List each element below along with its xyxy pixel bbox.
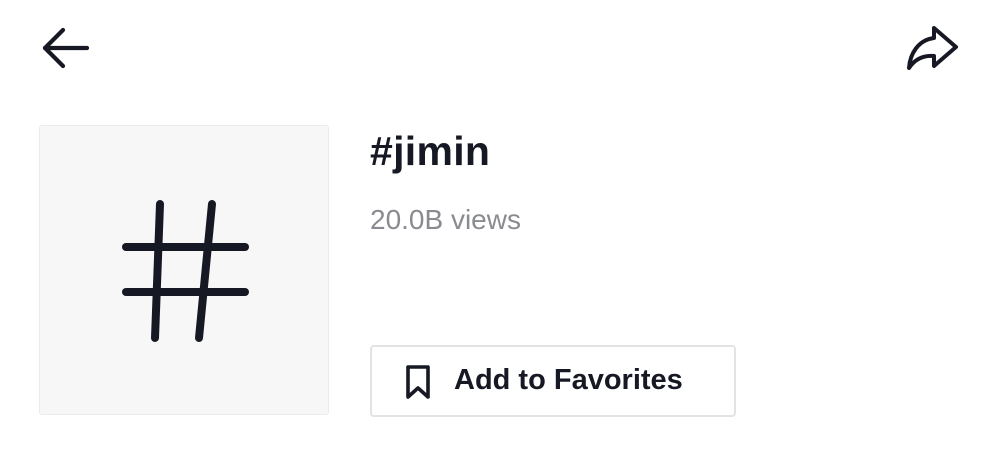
hashtag-title: #jimin	[370, 128, 491, 174]
add-to-favorites-button[interactable]: Add to Favorites	[370, 345, 736, 417]
top-bar	[0, 0, 1000, 100]
view-count: 20.0B views	[370, 204, 521, 235]
share-arrow-icon	[907, 26, 958, 70]
hashtag-icon	[122, 200, 249, 342]
share-button[interactable]	[900, 20, 964, 76]
back-button[interactable]	[38, 22, 94, 74]
arrow-left-icon	[42, 27, 90, 69]
add-to-favorites-label: Add to Favorites	[454, 364, 683, 396]
hashtag-cover	[39, 125, 329, 415]
bookmark-icon	[406, 365, 430, 399]
